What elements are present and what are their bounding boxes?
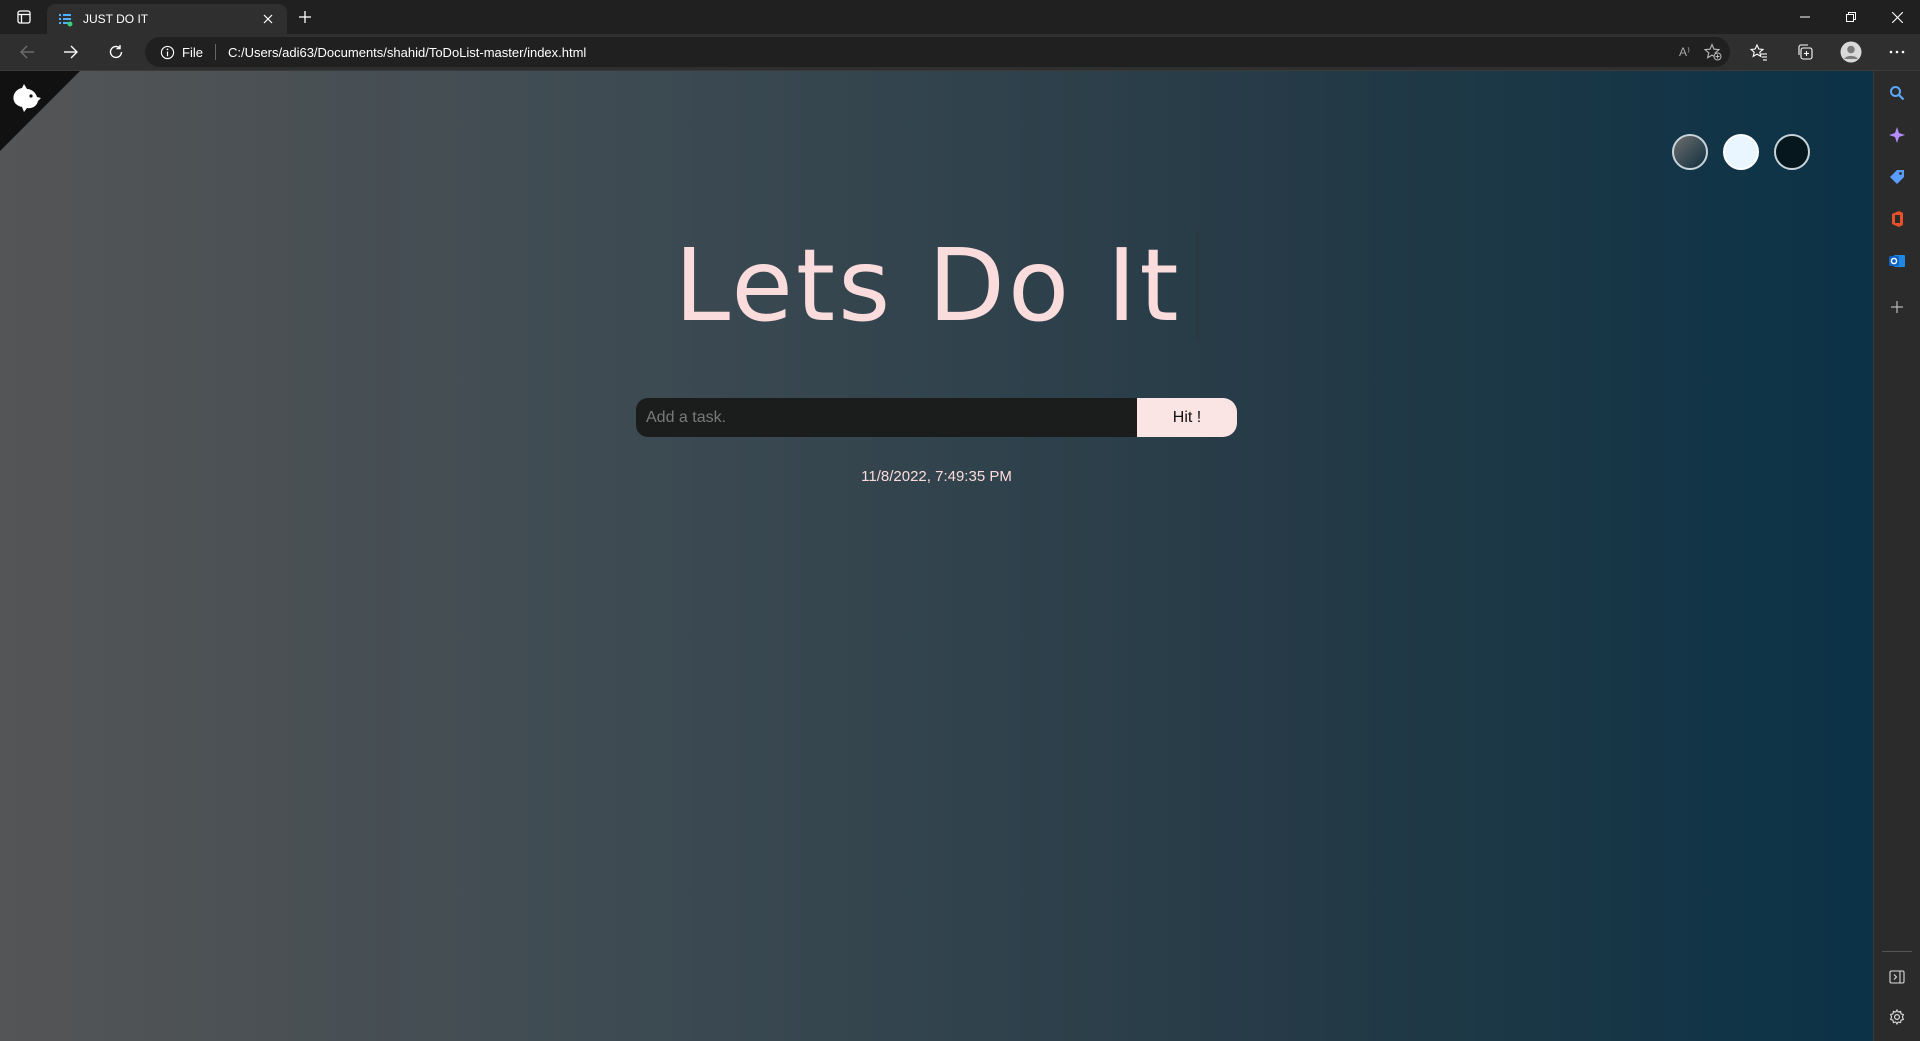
sidebar-add-button[interactable] <box>1883 293 1911 321</box>
address-divider <box>214 44 216 60</box>
plus-icon <box>299 11 311 23</box>
sidebar-divider <box>1882 951 1912 952</box>
add-task-button[interactable]: Hit ! <box>1137 398 1237 437</box>
close-icon <box>263 14 273 24</box>
hide-sidebar-button[interactable] <box>1883 963 1911 991</box>
minimize-button[interactable] <box>1782 0 1828 34</box>
site-info-button[interactable]: File <box>160 45 203 60</box>
datetime-display: 11/8/2022, 7:49:35 PM <box>861 468 1012 485</box>
restore-button[interactable] <box>1828 0 1874 34</box>
site-info-label: File <box>182 44 203 60</box>
profile-button[interactable] <box>1828 38 1874 66</box>
more-icon <box>1889 50 1905 54</box>
sidebar-office-button[interactable] <box>1883 205 1911 233</box>
search-icon <box>1890 86 1905 101</box>
refresh-button[interactable] <box>100 38 132 66</box>
github-octocat-icon[interactable] <box>10 81 44 115</box>
arrow-left-icon <box>20 45 34 59</box>
close-icon <box>1891 11 1903 23</box>
theme-darker-button[interactable] <box>1774 134 1810 170</box>
tab-actions-icon <box>17 10 31 24</box>
sidebar-copilot-button[interactable] <box>1883 121 1911 149</box>
sidebar-shopping-button[interactable] <box>1883 163 1911 191</box>
tab-actions-button[interactable] <box>10 6 38 28</box>
add-favorite-icon[interactable] <box>1704 43 1722 61</box>
title-bar: JUST DO IT <box>0 0 1920 34</box>
tab-active[interactable]: JUST DO IT <box>47 4 287 34</box>
theme-selector <box>1672 134 1810 170</box>
avatar-icon <box>1840 41 1862 63</box>
todo-form: Hit ! <box>636 398 1237 437</box>
info-icon <box>160 45 175 59</box>
close-window-button[interactable] <box>1874 0 1920 34</box>
collections-button[interactable] <box>1782 38 1828 66</box>
sidebar-outlook-button[interactable] <box>1883 247 1911 275</box>
toolbar-right-actions <box>1736 38 1920 66</box>
favorites-icon <box>1750 43 1767 61</box>
browser-toolbar: File C:/Users/adi63/Documents/shahid/ToD… <box>0 34 1920 71</box>
task-input[interactable] <box>636 398 1137 437</box>
tab-close-button[interactable] <box>259 10 277 28</box>
shopping-tag-icon <box>1890 170 1904 184</box>
outlook-icon <box>1889 255 1905 267</box>
new-tab-button[interactable] <box>291 5 319 29</box>
refresh-icon <box>109 45 123 59</box>
edge-sidebar <box>1873 71 1920 1041</box>
tab-title: JUST DO IT <box>83 12 149 26</box>
settings-menu-button[interactable] <box>1874 38 1920 66</box>
favorites-button[interactable] <box>1736 38 1782 66</box>
window-controls <box>1782 0 1920 34</box>
url-text[interactable]: C:/Users/adi63/Documents/shahid/ToDoList… <box>228 45 586 60</box>
page-title: Lets Do It <box>674 231 1199 341</box>
arrow-right-icon <box>64 45 78 59</box>
restore-icon <box>1846 12 1856 22</box>
office-icon <box>1892 211 1903 227</box>
theme-standard-button[interactable] <box>1672 134 1708 170</box>
todo-favicon-icon <box>59 14 73 27</box>
hide-sidebar-icon <box>1889 970 1905 984</box>
sidebar-settings-button[interactable] <box>1883 1003 1911 1031</box>
copilot-icon <box>1889 127 1905 143</box>
minimize-icon <box>1800 16 1810 18</box>
forward-button[interactable] <box>55 38 87 66</box>
page-viewport: Lets Do It Hit ! 11/8/2022, 7:49:35 PM <box>0 71 1873 1041</box>
theme-light-button[interactable] <box>1723 134 1759 170</box>
read-aloud-button[interactable]: A⁾ <box>1679 45 1690 59</box>
sidebar-search-button[interactable] <box>1883 79 1911 107</box>
add-icon <box>1891 301 1903 313</box>
heading-container: Lets Do It <box>0 231 1873 341</box>
address-bar[interactable]: File C:/Users/adi63/Documents/shahid/ToD… <box>145 37 1730 67</box>
settings-icon <box>1889 1009 1905 1025</box>
back-button[interactable] <box>11 38 43 66</box>
collections-icon <box>1798 44 1813 60</box>
